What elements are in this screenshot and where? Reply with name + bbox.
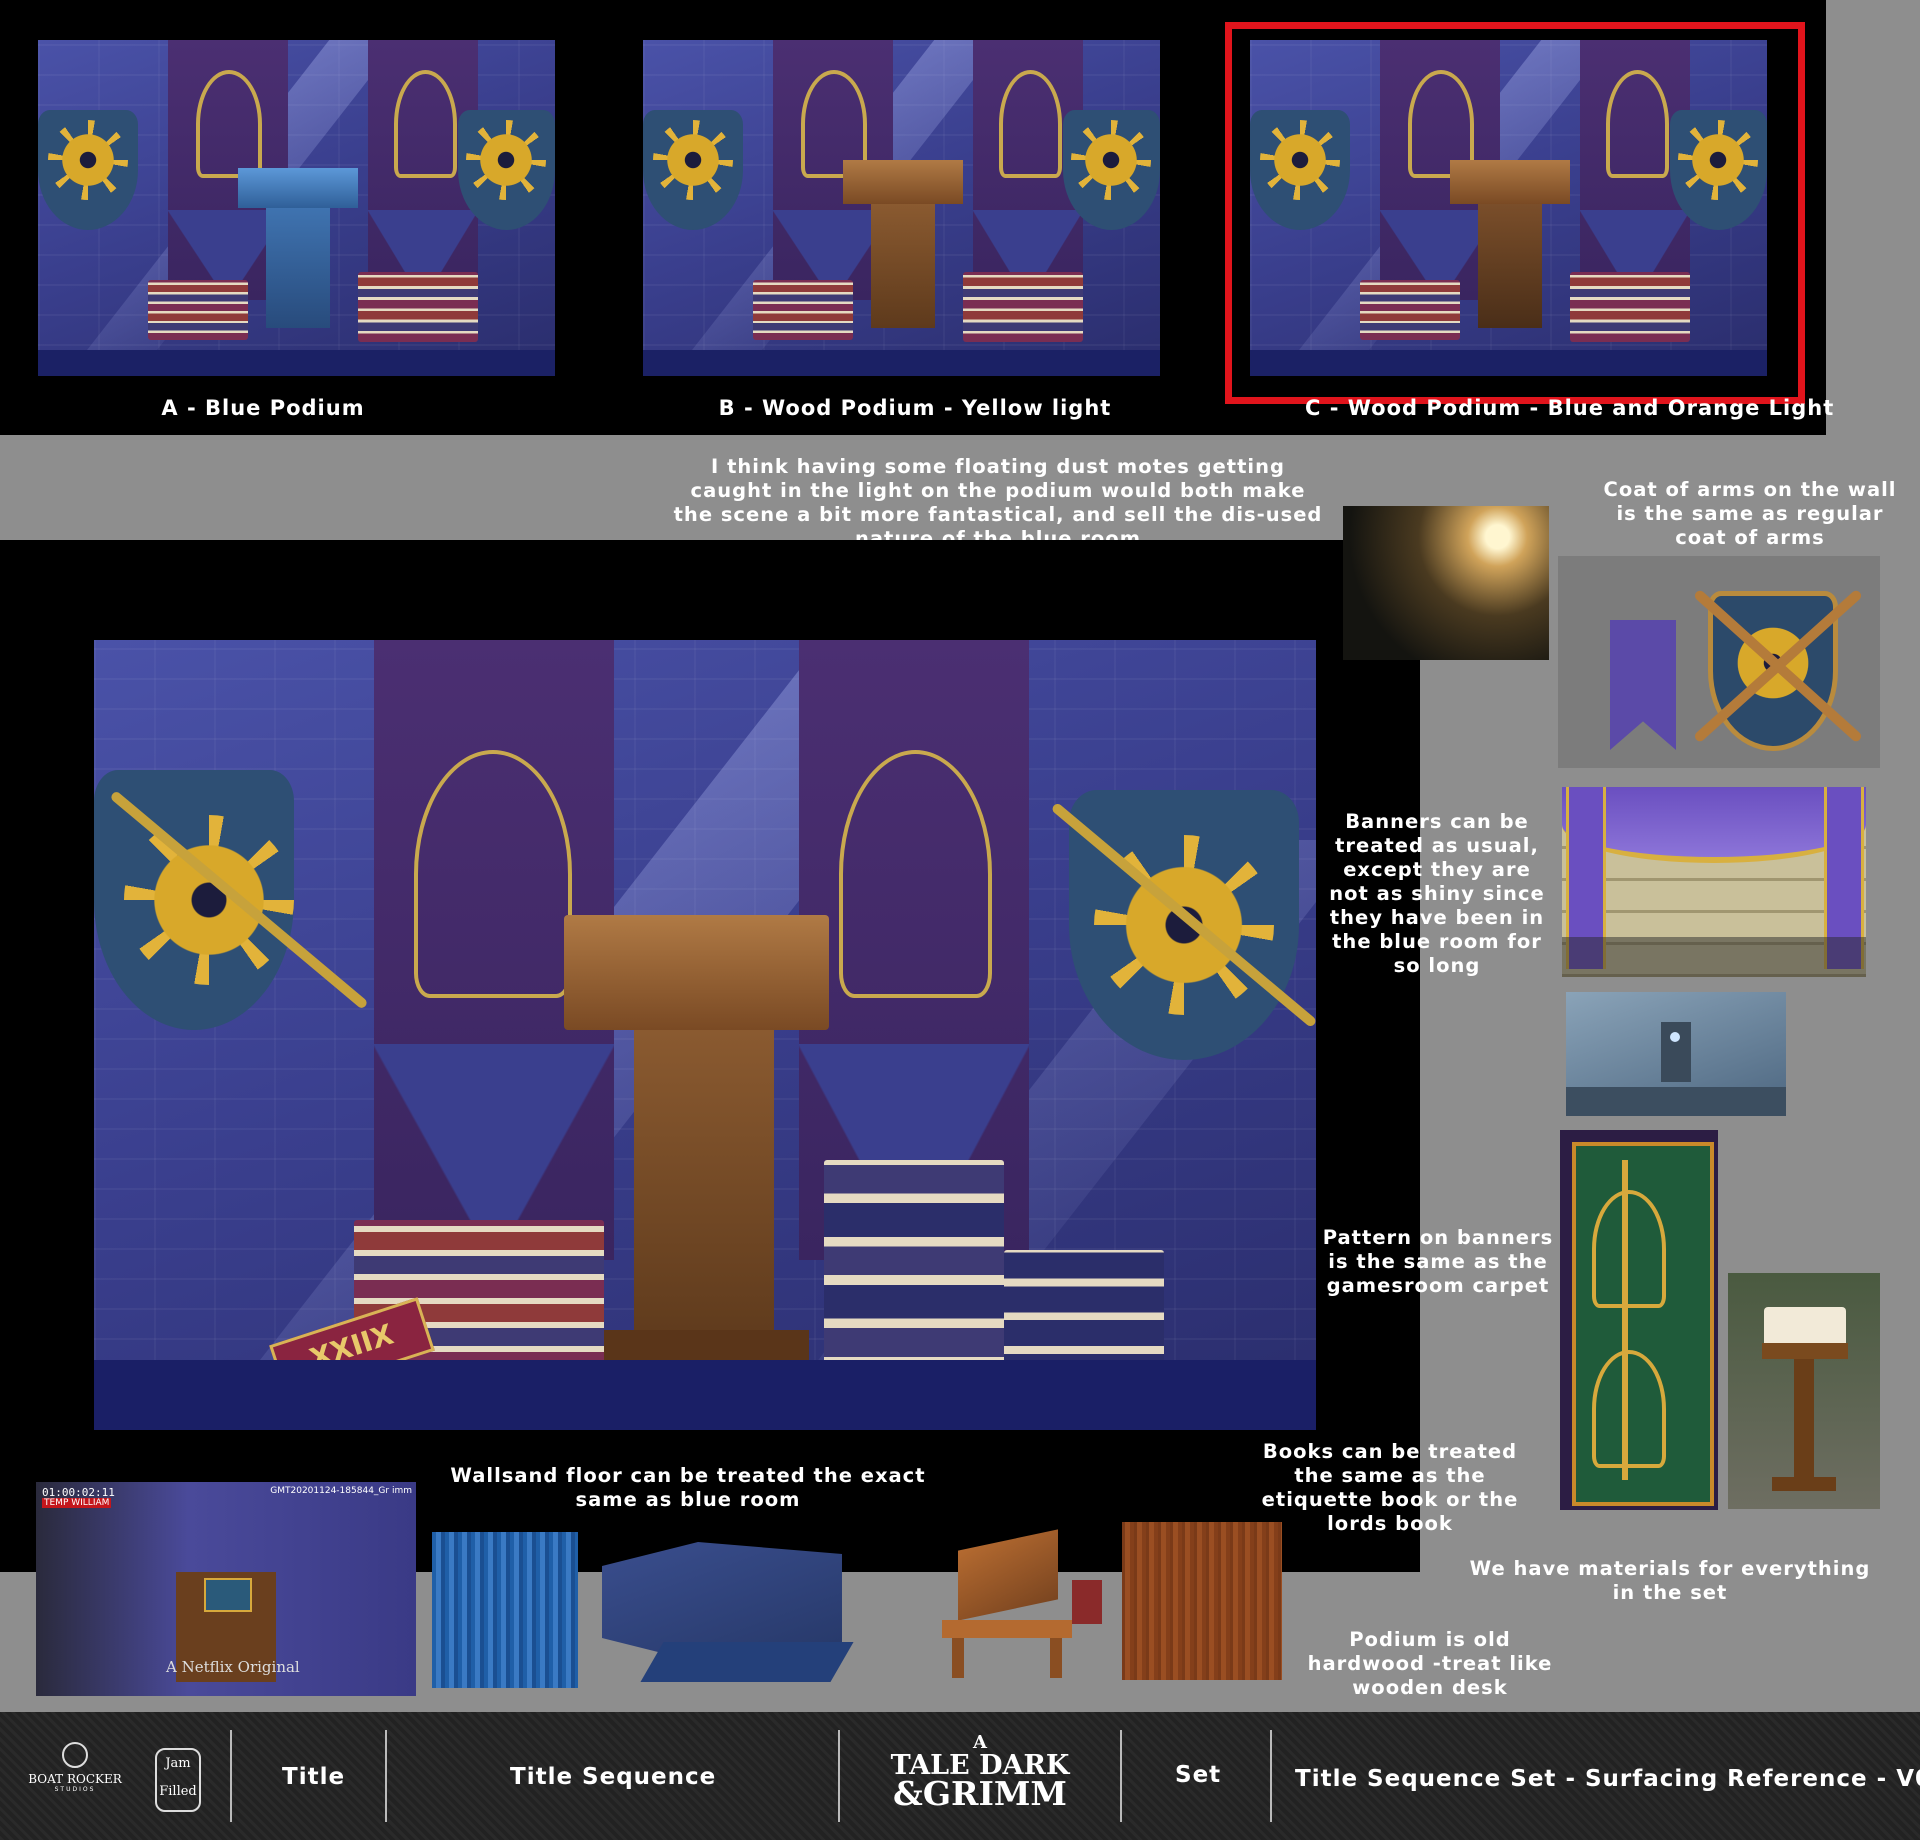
jam-filled-logo: Jam Filled	[155, 1748, 201, 1812]
title-value: Title Sequence	[510, 1764, 717, 1790]
wood-texture-swatch[interactable]	[1122, 1522, 1282, 1680]
carpet-reference-image[interactable]	[1560, 1130, 1718, 1510]
banners-reference-image[interactable]	[1562, 787, 1866, 977]
show-logo: A TALE DARK &GRIMM	[880, 1734, 1080, 1813]
title-label: Title	[282, 1764, 346, 1790]
main-painting[interactable]: XXIIX	[94, 640, 1316, 1430]
set-value: Title Sequence Set - Surfacing Reference…	[1295, 1766, 1920, 1792]
video-still-reference[interactable]: 01:00:02:11 TEMP WILLIAM GMT20201124-185…	[36, 1482, 416, 1696]
banners-note: Banners can be treated as usual, except …	[1329, 810, 1545, 977]
thumbnail-c-caption: C - Wood Podium - Blue and Orange Light	[1305, 396, 1835, 420]
set-label: Set	[1175, 1762, 1222, 1788]
thumbnail-b-image[interactable]	[643, 40, 1160, 376]
dust-motes-note: I think having some floating dust motes …	[673, 455, 1323, 550]
wooden-desk-reference[interactable]	[922, 1490, 1118, 1690]
coat-of-arms-note: Coat of arms on the wall is the same as …	[1603, 478, 1897, 549]
jam-filled-logo-text: Jam Filled	[159, 1756, 197, 1799]
blue-room-3d-reference[interactable]	[592, 1522, 854, 1692]
show-logo-line2: &GRIMM	[893, 1774, 1067, 1813]
thumbnail-b-caption: B - Wood Podium - Yellow light	[718, 396, 1112, 420]
pattern-note: Pattern on banners is the same as the ga…	[1322, 1226, 1554, 1297]
podium	[634, 1030, 774, 1350]
materials-note: We have materials for everything in the …	[1469, 1557, 1871, 1604]
netflix-watermark: A Netflix Original	[166, 1658, 300, 1676]
podium	[266, 208, 330, 328]
boat-rocker-logo-text: BOAT ROCKER	[28, 1772, 122, 1786]
user-tag: TEMP WILLIAM	[42, 1498, 112, 1508]
boat-rocker-logo-sub: STUDIOS	[54, 1786, 96, 1793]
walls-floor-note: Wallsand floor can be treated the exact …	[450, 1464, 926, 1511]
coat-of-arms-reference-image[interactable]	[1558, 556, 1880, 768]
boat-rocker-logo: BOAT ROCKER STUDIOS	[20, 1742, 130, 1793]
podium	[871, 204, 935, 328]
blue-room-reference-image[interactable]	[1566, 992, 1786, 1116]
thumbnail-a-caption: A - Blue Podium	[161, 396, 365, 420]
books-note: Books can be treated the same as the eti…	[1261, 1440, 1519, 1535]
podium-note: Podium is old hardwood -treat like woode…	[1307, 1628, 1553, 1699]
podium-top	[564, 915, 829, 1030]
selection-highlight-box	[1225, 22, 1805, 404]
lectern-photo-reference-image[interactable]	[1728, 1273, 1880, 1509]
dust-motes-reference-image[interactable]	[1343, 506, 1549, 660]
title-block-footer: BOAT ROCKER STUDIOS Jam Filled Title Tit…	[0, 1712, 1920, 1840]
blue-texture-swatch[interactable]	[432, 1532, 578, 1688]
thumbnail-a-image[interactable]	[38, 40, 555, 376]
video-filename: GMT20201124-185844_Gr imm	[270, 1486, 412, 1496]
